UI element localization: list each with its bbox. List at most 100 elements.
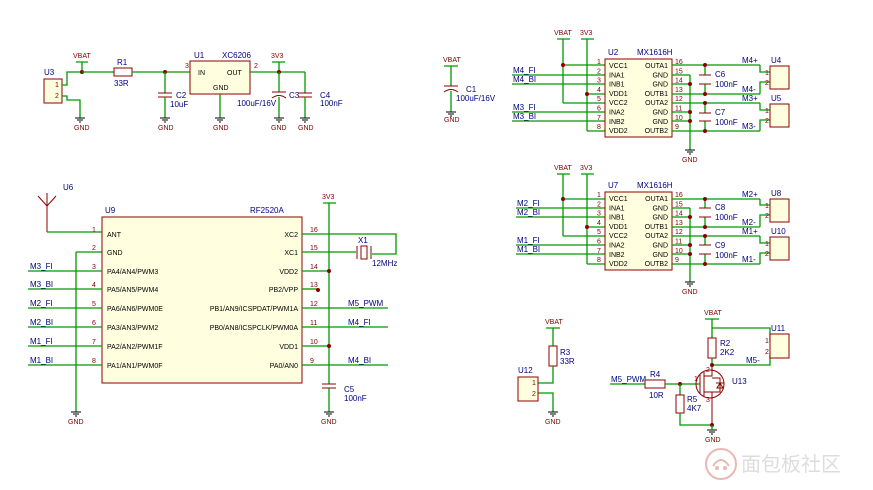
vbat-label-2: VBAT [443,57,461,64]
u9-label: U9 [105,206,116,215]
driver2-pin-num: 13 [675,220,683,227]
u2-out-2: M4- [742,85,756,94]
c4-value: 100nF [320,99,343,108]
u9-pin-num: 3 [92,264,96,271]
u9-pin-num: 14 [310,264,318,271]
u7-part: MX1616H [637,181,673,190]
u9-pin-name: GND [107,250,123,257]
u9-pin-num: 8 [92,358,96,365]
driver1-pin-num: 15 [675,68,683,75]
x1-label: X1 [358,236,368,245]
u9-left-net: M3_BI [30,280,53,289]
u9-right-net: M4_FI [348,318,371,327]
driver1-pin-name: OUTB2 [645,128,668,135]
u9-pin-name: PA5/AN5/PWM4 [107,287,158,294]
c5-value: 100nF [344,394,367,403]
u5-label: U5 [771,94,782,103]
driver1-pin-name: GND [652,119,668,126]
r1-value: 33R [114,79,129,88]
driver2-pin-name: VCC2 [609,233,628,240]
svg-text:1: 1 [765,241,769,248]
u11-connector [769,333,790,359]
vbat-label-5: VBAT [545,319,563,326]
u1-pin3: 3 [185,63,189,70]
driver2-pin-num: 16 [675,192,683,199]
m5-pwm-net: M5_PWM [611,375,646,384]
gnd-label-6: GND [444,117,460,124]
vbat-label-4: VBAT [554,165,572,172]
svg-text:2: 2 [765,80,769,87]
u8-connector [769,198,790,223]
u12-pin2: 2 [532,391,536,398]
mosfet-section: VBAT R2 2K2 M5- U11 1 2 M5_PWM R4 10R R5… [610,310,790,444]
driver1-pin-name: OUTA1 [645,63,668,70]
u12-label: U12 [518,366,533,375]
driver1-section: VBAT 3V3 M4_FI M4_BI M3_FI M3_BI U2 MX16… [512,30,790,164]
u9-pin-name: XC2 [284,232,298,239]
u9-pin-name: XC1 [284,250,298,257]
u7-net-in-3: M1_FI [517,236,540,245]
u7-out-1: M2+ [742,190,758,199]
u6-label: U6 [63,183,74,192]
gnd-label-10: GND [321,419,337,426]
u11-pin1: 1 [765,338,769,345]
r5-resistor [675,394,685,414]
driver1-pin-num: 1 [597,59,601,66]
u3-label: U3 [44,68,55,77]
driver1-pin-name: OUTA2 [645,100,668,107]
v33-label-1: 3V3 [271,53,284,60]
driver1-pin-num: 13 [675,87,683,94]
svg-text:2: 2 [765,251,769,258]
u9-mcu-ic [101,216,303,384]
gnd-label-4: GND [271,125,287,132]
gnd-label-7: GND [682,157,698,164]
r3-label: R3 [560,348,571,357]
u9-pin-name: PA2/AN2/PWM1F [107,344,163,351]
gnd-label-12: GND [705,437,721,444]
u9-right-net: M5_PWM [348,299,383,308]
r1-resistor [113,67,133,77]
gnd-label-11: GND [545,419,561,426]
mcu-section: U6 GND U9 RF2520A 1 ANT 2 GND 3 PA4/AN4/PWM3 M… [28,183,397,426]
driver2-pin-num: 3 [597,211,601,218]
driver2-pin-name: OUTA1 [645,196,668,203]
c1-section: VBAT GND C1 100uF/16V [443,57,496,124]
driver1-pin-num: 9 [675,124,679,131]
c8-label: C8 [715,203,726,212]
v33-label-4: 3V3 [322,194,335,201]
driver1-pin-name: INA2 [609,110,625,117]
r4-label: R4 [650,370,661,379]
u5-connector [769,103,790,128]
u9-pin-name: VDD1 [279,344,298,351]
v33-label-2: 3V3 [580,30,593,37]
driver2-pin-num: 15 [675,201,683,208]
driver2-pin-num: 9 [675,257,679,264]
gnd-label-3: GND [213,125,229,132]
u3-pin2: 2 [55,93,59,100]
antenna-icon [37,193,57,232]
u7-out-3: M1+ [742,227,758,236]
v33-label-3: 3V3 [580,165,593,172]
driver1-pin-name: GND [652,82,668,89]
u13-label: U13 [732,377,747,386]
c3-value: 100uF/16V [237,99,277,108]
svg-text:1: 1 [765,70,769,77]
u3-pin1: 1 [55,82,59,89]
driver2-pin-name: INA1 [609,205,625,212]
driver1-pin-num: 8 [597,124,601,131]
m5-minus-net: M5- [746,356,760,365]
u9-pin-num: 2 [92,245,96,252]
driver1-pin-name: INB1 [609,82,625,89]
u2-out-4: M3- [742,122,756,131]
u9-pin-num: 10 [310,339,318,346]
u9-left-net: M1_BI [30,356,53,365]
u7-out-2: M2- [742,218,756,227]
u9-pin-name: PB0/AN8/ICSPCLK/PWM0A [210,325,299,332]
u9-pin-name: PA0/AN0 [270,363,298,370]
r2-label: R2 [720,339,731,348]
driver1-pin-num: 6 [597,106,601,113]
u9-pin-num: 15 [310,245,318,252]
u9-pin-name: PB1/AN9/ICSPDAT/PWM1A [210,306,299,313]
r2-resistor [707,337,717,359]
c2-value: 10uF [170,100,188,109]
